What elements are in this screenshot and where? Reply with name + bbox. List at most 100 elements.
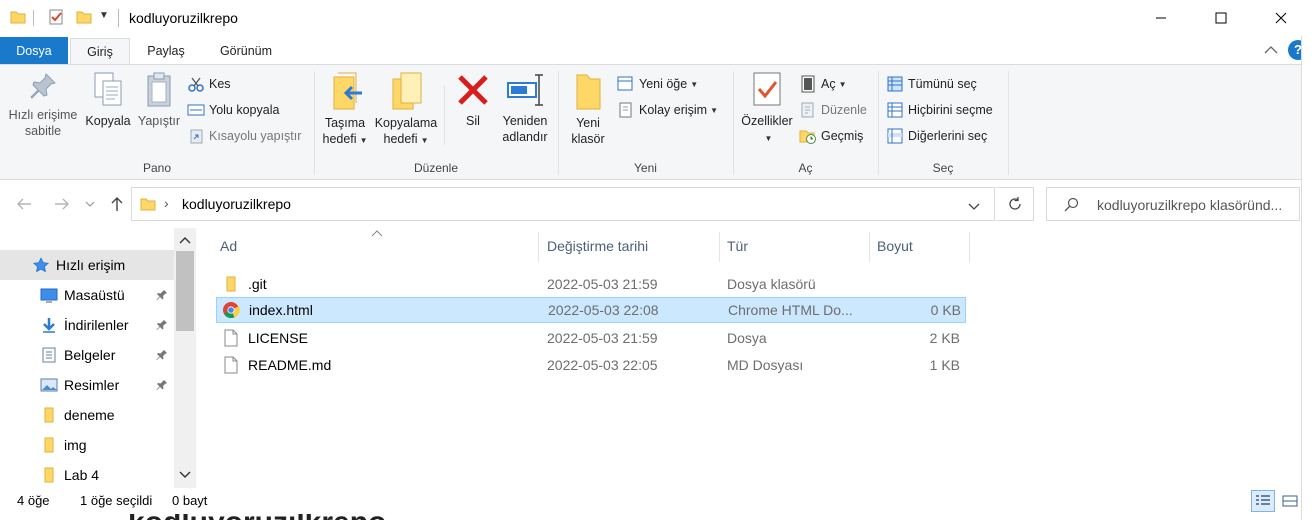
close-button[interactable] [1258,0,1304,36]
pin-label-2: sabitle [24,124,62,138]
column-header-name[interactable]: Ad [212,228,538,264]
refresh-button[interactable] [996,187,1034,221]
up-button[interactable] [107,194,127,214]
tab-share[interactable]: Paylaş [138,38,194,65]
new-item-button[interactable]: Yeni öğe ▼ [617,73,698,95]
properties-button[interactable]: Özellikler ▼ [737,71,797,147]
navigation-scrollbar[interactable] [174,228,196,488]
tab-file[interactable]: Dosya [0,37,68,65]
column-header-size[interactable]: Boyut [869,228,969,264]
minimize-ribbon-button[interactable] [1264,43,1278,58]
file-size: 0 KB [930,302,961,318]
divider [878,71,879,175]
copy-icon [94,72,122,106]
file-row-readme[interactable]: README.md 2022-05-03 22:05 MD Dosyası 1 … [216,352,966,378]
address-bar[interactable]: › kodluyoruzilkrepo [131,187,995,221]
desktop-icon [40,286,58,304]
folder-icon[interactable] [10,9,26,25]
column-header-type[interactable]: Tür [719,228,869,264]
move-to-label-2: hedefi [322,132,357,146]
invert-selection-button[interactable]: Diğerlerini seç [886,125,987,147]
chevron-right-icon[interactable]: › [164,195,169,211]
nav-item-quick-access[interactable]: Hızlı erişim [0,250,174,280]
nav-item-deneme[interactable]: deneme [0,400,174,430]
move-to-button[interactable]: Taşıma hedefi ▼ [318,71,372,149]
select-none-button[interactable]: Hiçbirini seçme [886,99,993,121]
divider [33,10,34,26]
select-none-icon [886,101,904,119]
navigation-pane: Hızlı erişim Masaüstü İndirilenler Belge… [0,228,196,488]
rename-button[interactable]: Yeniden adlandır [498,71,552,145]
large-icons-view-button[interactable] [1278,490,1302,512]
chevron-down-icon: ▼ [420,136,429,145]
forward-button[interactable] [52,194,72,214]
pin-icon[interactable] [156,318,168,334]
open-button[interactable]: Aç ▼ [799,73,847,95]
rename-label-1: Yeniden [502,114,548,128]
selected-size: 0 bayt [172,493,208,508]
new-folder-button[interactable]: Yeni klasör [564,71,612,147]
history-button[interactable]: Geçmiş [799,125,863,147]
column-header-date[interactable]: Değiştirme tarihi [539,228,719,264]
rename-icon [507,74,543,106]
details-view-button[interactable] [1251,490,1275,512]
group-label-organize: Düzenle [413,161,459,175]
easy-access-button[interactable]: Kolay erişim ▼ [617,99,718,121]
file-list: Ad Değiştirme tarihi Tür Boyut .git 2022… [196,228,1301,488]
copy-to-button[interactable]: Kopyalama hedefi ▼ [372,71,440,149]
nav-item-lab-4[interactable]: Lab 4 [0,460,174,490]
customize-quick-access-icon[interactable]: ▼ [99,10,109,21]
file-row-license[interactable]: LICENSE 2022-05-03 21:59 Dosya 2 KB [216,325,966,351]
file-row-index-html[interactable]: index.html 2022-05-03 22:08 Chrome HTML … [216,297,966,323]
minimize-button[interactable] [1138,0,1184,36]
file-name: README.md [248,357,332,373]
file-row-git[interactable]: .git 2022-05-03 21:59 Dosya klasörü [216,271,966,297]
scroll-up-button[interactable] [179,233,191,248]
delete-button[interactable]: Sil [450,71,496,129]
address-history-button[interactable] [968,199,980,214]
chevron-down-icon: ▼ [838,79,847,89]
divider [314,71,315,175]
delete-icon [458,75,488,105]
window-title: kodluyoruzilkrepo [129,10,238,26]
pin-icon[interactable] [156,378,168,394]
cut-button[interactable]: Kes [187,73,231,95]
selected-count: 1 öğe seçildi [80,493,153,508]
nav-item-documents[interactable]: Belgeler [0,340,174,370]
background-window-edge [1301,36,1315,520]
paste-button[interactable]: Yapıştır [136,71,182,129]
breadcrumb[interactable]: kodluyoruzilkrepo [182,196,291,212]
paste-shortcut-button[interactable]: Kısayolu yapıştır [187,125,301,147]
scroll-down-button[interactable] [179,468,191,483]
scissors-icon [187,75,205,93]
maximize-button[interactable] [1198,0,1244,36]
tab-home[interactable]: Giriş [70,38,130,65]
tab-view[interactable]: Görünüm [208,38,284,65]
select-all-button[interactable]: Tümünü seç [886,73,977,95]
new-folder-icon[interactable] [76,9,92,25]
pin-icon[interactable] [156,348,168,364]
nav-item-pictures[interactable]: Resimler [0,370,174,400]
nav-item-downloads[interactable]: İndirilenler [0,310,174,340]
invert-selection-icon [886,127,904,145]
edit-icon [799,101,817,119]
pin-icon[interactable] [156,288,168,304]
recent-locations-button[interactable] [83,194,97,214]
address-row: › kodluyoruzilkrepo kodluyoruzilkrepo kl… [0,180,1315,228]
copy-button[interactable]: Kopyala [82,71,134,129]
copy-path-button[interactable]: Yolu kopyala [187,99,279,121]
divider [1008,71,1009,175]
edit-button[interactable]: Düzenle [799,99,867,121]
file-type: Dosya [727,330,767,346]
properties-icon[interactable] [48,9,64,25]
search-box[interactable]: kodluyoruzilkrepo klasöründ... [1046,187,1300,221]
scrollbar-thumb[interactable] [176,251,194,331]
search-input[interactable]: kodluyoruzilkrepo klasöründ... [1097,197,1297,213]
pin-quick-access-button[interactable]: Hızlı erişime sabitle [4,71,82,139]
back-button[interactable] [14,194,34,214]
divider[interactable] [969,232,970,262]
chevron-down-icon: ▼ [710,105,718,115]
nav-item-desktop[interactable]: Masaüstü [0,280,174,310]
chevron-down-icon: ▼ [690,79,699,89]
nav-item-img[interactable]: img [0,430,174,460]
